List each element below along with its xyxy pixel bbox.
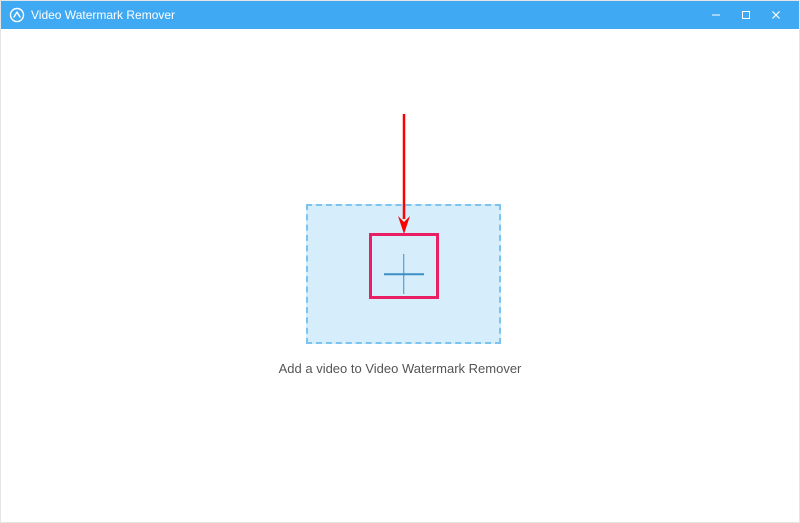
plus-icon xyxy=(384,254,424,294)
window-controls xyxy=(701,1,791,29)
titlebar-left: Video Watermark Remover xyxy=(9,7,701,23)
app-title: Video Watermark Remover xyxy=(31,8,175,22)
hint-text: Add a video to Video Watermark Remover xyxy=(1,361,799,376)
maximize-button[interactable] xyxy=(731,1,761,29)
add-video-dropzone[interactable] xyxy=(306,204,501,344)
minimize-button[interactable] xyxy=(701,1,731,29)
content-area: Add a video to Video Watermark Remover xyxy=(1,29,799,522)
close-button[interactable] xyxy=(761,1,791,29)
titlebar: Video Watermark Remover xyxy=(1,1,799,29)
app-window: Video Watermark Remover xyxy=(0,0,800,523)
app-logo-icon xyxy=(9,7,25,23)
